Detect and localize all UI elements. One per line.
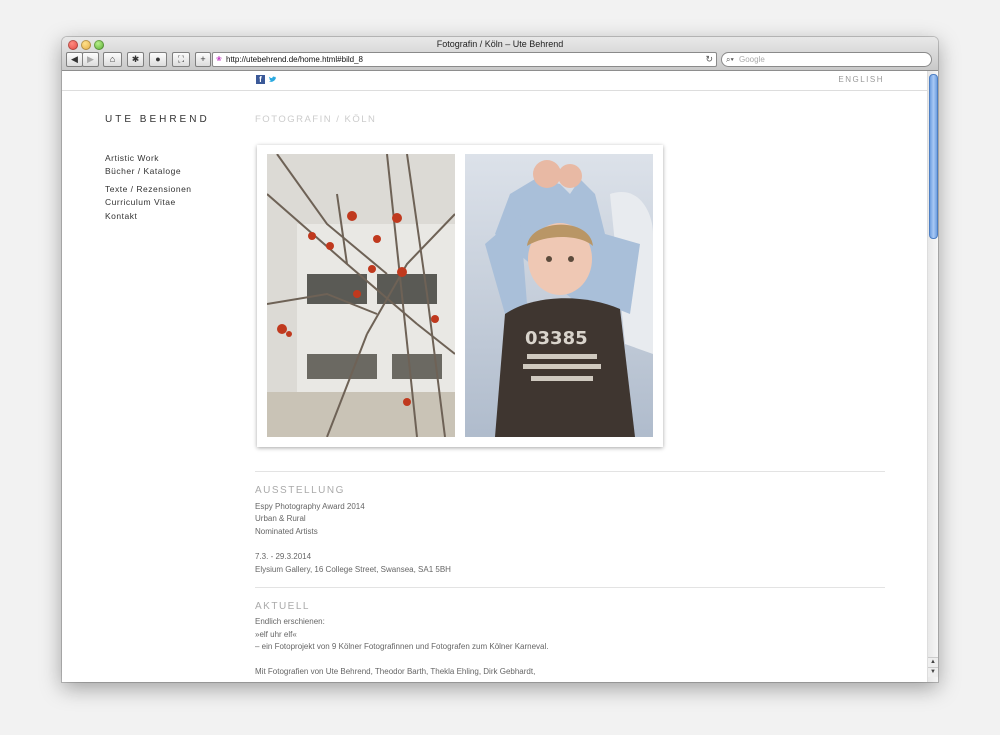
photo-branches-berries[interactable] — [267, 154, 455, 437]
record-button[interactable]: ● — [149, 52, 167, 67]
page-content: f ENGLISH UTE BEHREND Artistic Work Büch… — [62, 71, 928, 682]
shirt-print: 03385 — [525, 328, 588, 349]
bookmarks-icon: ⌂ — [109, 54, 116, 64]
forward-button[interactable]: ▶ — [82, 52, 99, 67]
header-divider — [62, 90, 928, 91]
scroll-down-arrow-icon[interactable]: ▼ — [928, 667, 938, 677]
url-text[interactable]: http://utebehrend.de/home.html#bild_8 — [226, 53, 363, 66]
facebook-icon[interactable]: f — [256, 75, 265, 84]
nav-kontakt[interactable]: Kontakt — [105, 211, 137, 221]
nav-artistic-work[interactable]: Artistic Work — [105, 153, 159, 163]
ausstellung-line: 7.3. - 29.3.2014 — [255, 552, 312, 561]
search-placeholder: Google — [739, 55, 765, 64]
nav-curriculum-vitae[interactable]: Curriculum Vitae — [105, 197, 176, 207]
search-icon: ⌕▾ — [726, 55, 734, 64]
aktuell-heading: AKTUELL — [255, 601, 310, 612]
bookmarks-button[interactable]: ⌂ — [103, 52, 122, 67]
ausstellung-line: Nominated Artists — [255, 527, 318, 536]
tools-button[interactable]: ✱ — [127, 52, 144, 67]
browser-window: Fotografin / Köln – Ute Behrend ◀ ▶ ⌂ ✱ … — [62, 37, 938, 682]
english-language-link[interactable]: ENGLISH — [838, 75, 884, 84]
aktuell-line: Endlich erschienen: — [255, 617, 325, 626]
reload-icon[interactable]: ↻ — [705, 53, 713, 66]
scroll-up-arrow-icon[interactable]: ▲ — [928, 657, 938, 667]
search-field[interactable]: ⌕▾ Google — [721, 52, 932, 67]
scrollbar-thumb[interactable] — [929, 74, 938, 239]
nav-buecher-kataloge[interactable]: Bücher / Kataloge — [105, 166, 181, 176]
forward-arrow-icon: ▶ — [87, 54, 94, 64]
site-title[interactable]: UTE BEHREND — [105, 114, 210, 125]
section-divider-aktuell — [255, 587, 885, 588]
title-bar: Fotografin / Köln – Ute Behrend ◀ ▶ ⌂ ✱ … — [62, 37, 938, 71]
wrench-icon: ✱ — [131, 54, 140, 64]
add-bookmark-button[interactable]: + — [195, 52, 211, 67]
ausstellung-line: Espy Photography Award 2014 — [255, 502, 365, 511]
twitter-icon[interactable] — [268, 75, 277, 84]
aktuell-line: »elf uhr elf« — [255, 630, 297, 639]
ausstellung-heading: AUSSTELLUNG — [255, 485, 345, 496]
back-button[interactable]: ◀ — [66, 52, 83, 67]
site-favicon-icon: ❀ — [216, 56, 222, 63]
address-bar[interactable]: ❀ http://utebehrend.de/home.html#bild_8 … — [212, 52, 717, 67]
aktuell-line: – ein Fotoprojekt von 9 Kölner Fotografi… — [255, 642, 549, 651]
aktuell-line: Mit Fotografien von Ute Behrend, Theodor… — [255, 667, 536, 676]
fullscreen-icon: ⛶ — [177, 54, 185, 64]
window-title: Fotografin / Köln – Ute Behrend — [436, 39, 564, 49]
plus-icon: + — [200, 54, 206, 64]
ausstellung-line: Elysium Gallery, 16 College Street, Swan… — [255, 565, 451, 574]
fullscreen-button[interactable]: ⛶ — [172, 52, 190, 67]
photo-boy-portrait[interactable]: 03385 — [465, 154, 653, 437]
vertical-scrollbar[interactable]: ▲ ▼ — [927, 71, 938, 682]
page-tagline: FOTOGRAFIN / KÖLN — [255, 114, 377, 125]
ausstellung-line: Urban & Rural — [255, 514, 306, 523]
record-icon: ● — [155, 54, 161, 64]
photo-gallery[interactable]: 03385 — [257, 145, 663, 447]
section-divider-ausstellung — [255, 471, 885, 472]
nav-texte-rezensionen[interactable]: Texte / Rezensionen — [105, 184, 192, 194]
back-arrow-icon: ◀ — [71, 54, 78, 64]
